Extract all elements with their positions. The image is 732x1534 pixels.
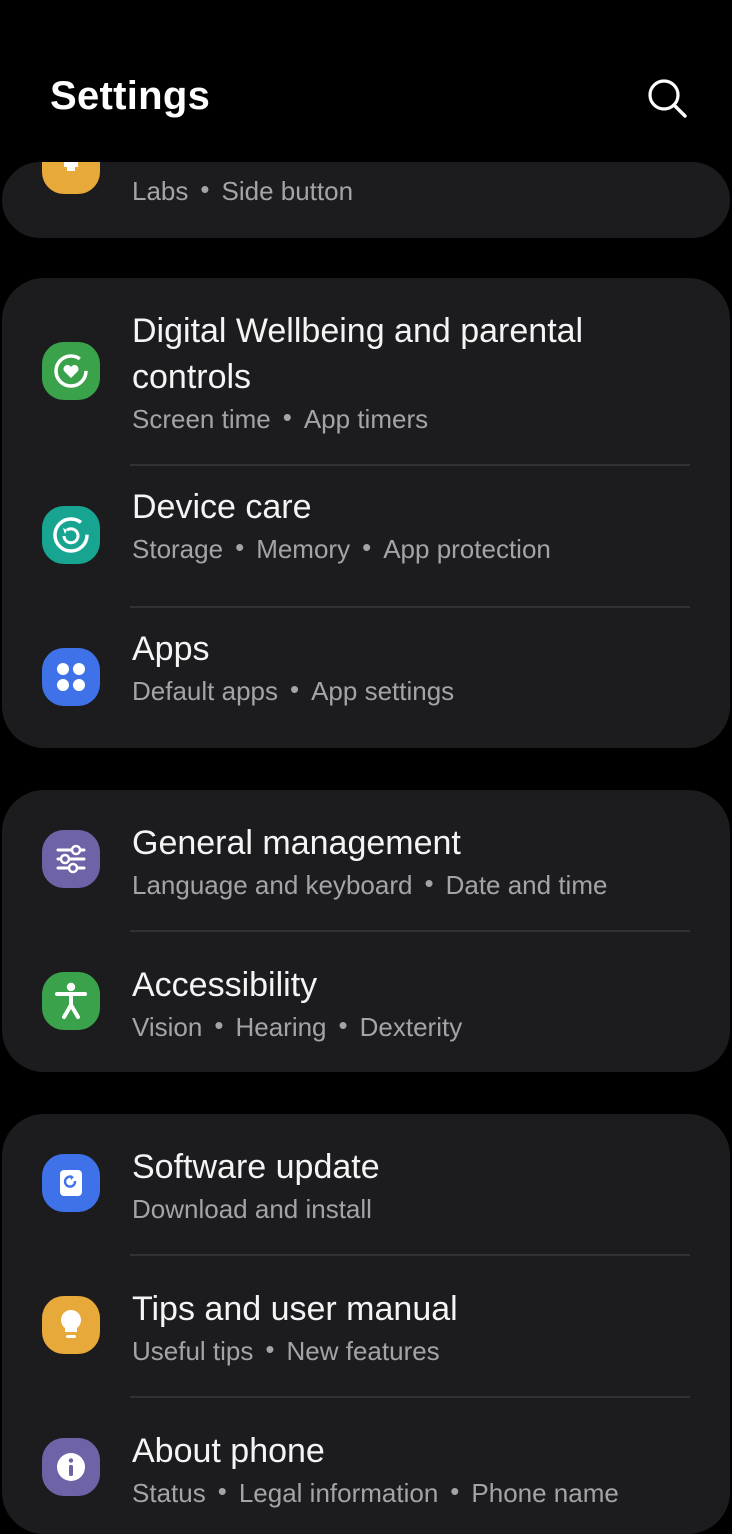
device-care-subtitle: Storage • Memory • App protection (132, 532, 551, 564)
general-management-icon (42, 830, 100, 888)
software-update-icon (42, 1154, 100, 1212)
advanced-features-subtitle: Labs • Side button (132, 174, 354, 206)
digital-wellbeing-icon (42, 342, 100, 400)
apps-title: Apps (132, 630, 210, 668)
apps-subtitle: Default apps • App settings (132, 674, 455, 706)
settings-group-1: Digital Wellbeing and parental controls … (2, 278, 730, 748)
about-phone-title: About phone (132, 1432, 325, 1470)
tips-subtitle: Useful tips • New features (132, 1334, 440, 1366)
about-phone-icon (42, 1438, 100, 1496)
device-care-row[interactable]: Device care Storage • Memory • App protectio… (2, 466, 730, 608)
settings-group-0: Labs • Side button (2, 162, 730, 238)
digital-wellbeing-subtitle: Screen time • App timers (132, 402, 429, 434)
about-phone-subtitle: Status • Legal information • Phone name (132, 1476, 619, 1508)
page-title: Settings (50, 74, 211, 118)
about-phone-row[interactable]: About phone Status • Legal information • Pho… (2, 1398, 730, 1534)
general-management-subtitle: Language and keyboard • Date and time (132, 868, 608, 900)
settings-group-3: Software update Download and install Tip… (2, 1114, 730, 1534)
digital-wellbeing-title: Digital Wellbeing and parental controls (132, 312, 584, 396)
software-update-title: Software update (132, 1148, 380, 1186)
apps-icon (42, 648, 100, 706)
accessibility-subtitle: Vision • Hearing • Dexterity (132, 1010, 463, 1042)
search-button[interactable] (642, 74, 692, 124)
device-care-title: Device care (132, 488, 312, 526)
tips-row[interactable]: Tips and user manual Useful tips • New fea… (2, 1256, 730, 1398)
apps-row[interactable]: Apps Default apps • App settings (2, 608, 730, 748)
accessibility-row[interactable]: Accessibility Vision • Hearing • Dexterity (2, 932, 730, 1072)
general-management-title: General management (132, 824, 461, 862)
device-care-icon (42, 506, 100, 564)
tips-icon (42, 1296, 100, 1354)
advanced-features-icon (42, 162, 100, 194)
general-management-row[interactable]: General management Language and keyboard… (2, 790, 730, 932)
advanced-features-row[interactable]: Labs • Side button (2, 162, 730, 238)
accessibility-title: Accessibility (132, 966, 318, 1004)
accessibility-icon (42, 972, 100, 1030)
app-header: Settings (0, 0, 732, 150)
search-icon (648, 79, 687, 118)
software-update-subtitle: Download and install (132, 1194, 372, 1224)
tips-title: Tips and user manual (132, 1290, 458, 1328)
settings-group-2: General management Language and keyboard… (2, 790, 730, 1072)
software-update-row[interactable]: Software update Download and install (2, 1114, 730, 1256)
digital-wellbeing-row[interactable]: Digital Wellbeing and parental controls … (2, 278, 730, 466)
